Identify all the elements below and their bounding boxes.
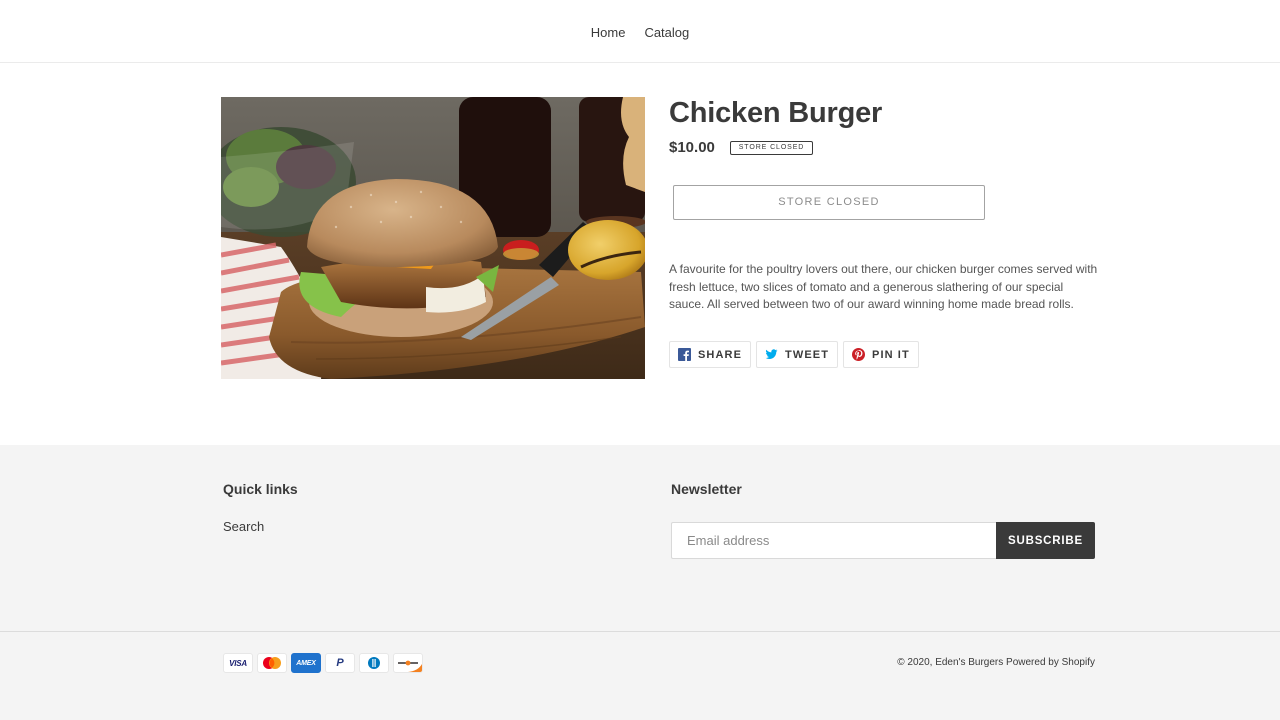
powered-by-shopify-link[interactable]: Powered by Shopify (1006, 657, 1095, 668)
share-pinterest-button[interactable]: PIN IT (843, 341, 919, 368)
product-price: $10.00 (669, 139, 715, 156)
paypal-icon: P (325, 653, 355, 673)
diners-club-icon (359, 653, 389, 673)
social-share-buttons: SHARE TWEET PIN IT (669, 341, 919, 368)
copyright: © 2020, Eden's Burgers Powered by Shopif… (897, 657, 1095, 669)
share-pinterest-label: PIN IT (872, 348, 910, 361)
share-facebook-button[interactable]: SHARE (669, 341, 752, 368)
visa-icon: VISA (223, 653, 253, 673)
subscribe-button[interactable]: SUBSCRIBE (996, 522, 1095, 559)
burger-photo-illustration (221, 97, 645, 379)
nav-link-catalog[interactable]: Catalog (635, 22, 699, 44)
visa-label: VISA (229, 658, 247, 668)
footer-link-search[interactable]: Search (223, 519, 264, 535)
footer-divider (0, 631, 1280, 632)
site-header: Home Catalog (0, 0, 1280, 63)
store-closed-button[interactable]: STORE CLOSED (673, 185, 985, 220)
store-closed-badge: STORE CLOSED (730, 141, 813, 155)
mastercard-icon (257, 653, 287, 673)
site-footer: Quick links Search Newsletter SUBSCRIBE … (0, 445, 1280, 720)
discover-icon (393, 653, 423, 673)
newsletter-email-input[interactable] (671, 522, 996, 559)
main-nav: Home Catalog (0, 22, 1280, 44)
facebook-icon (678, 348, 691, 361)
twitter-icon (765, 348, 778, 361)
product-image[interactable] (221, 97, 645, 379)
product-title: Chicken Burger (669, 97, 883, 129)
newsletter-title: Newsletter (671, 481, 742, 497)
nav-link-home[interactable]: Home (581, 22, 635, 44)
payment-icons: VISA AMEX P (223, 653, 423, 673)
pinterest-icon (852, 348, 866, 361)
quick-links-title: Quick links (223, 481, 298, 497)
product-description: A favourite for the poultry lovers out t… (669, 262, 1098, 312)
share-twitter-label: TWEET (785, 348, 830, 361)
share-facebook-label: SHARE (698, 348, 743, 361)
amex-icon: AMEX (291, 653, 321, 673)
copyright-text: © 2020, Eden's Burgers (897, 657, 1004, 668)
amex-label: AMEX (296, 659, 316, 667)
paypal-label: P (336, 657, 344, 669)
share-twitter-button[interactable]: TWEET (756, 341, 839, 368)
